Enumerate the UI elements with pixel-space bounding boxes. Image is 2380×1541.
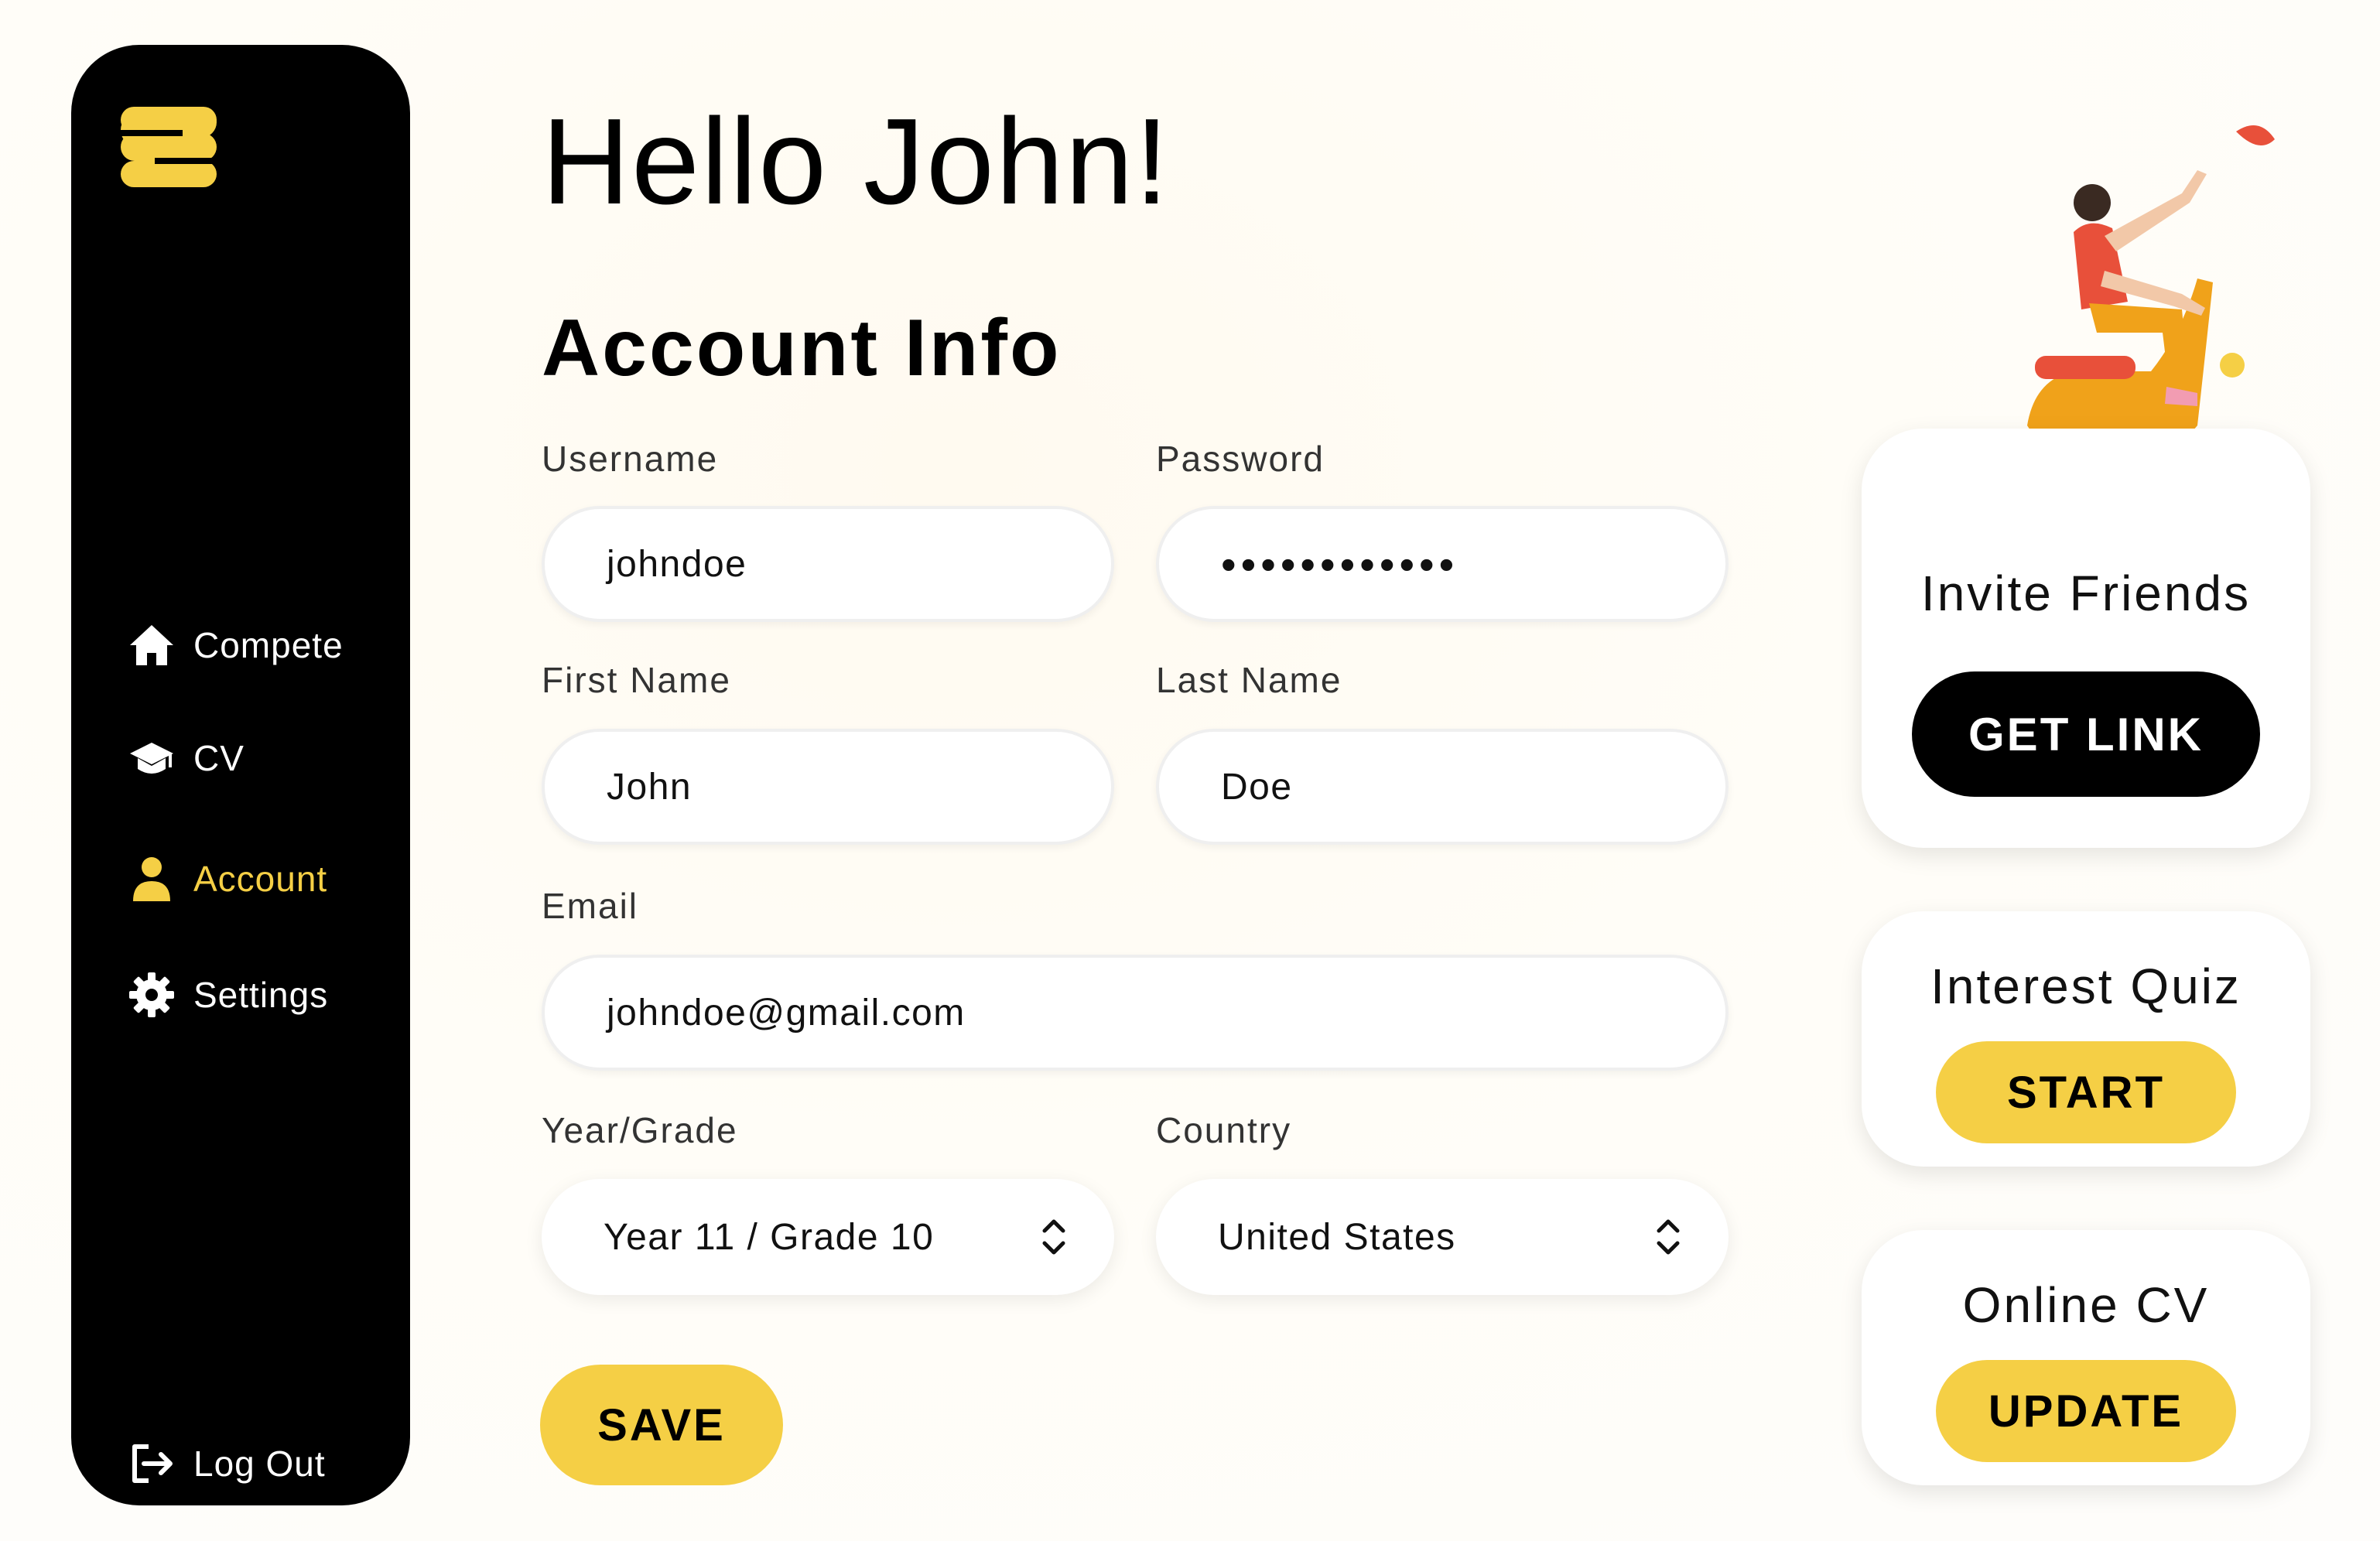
graduation-cap-icon <box>127 733 176 783</box>
password-label: Password <box>1156 439 1325 479</box>
username-value: johndoe <box>607 543 747 585</box>
interest-quiz-title: Interest Quiz <box>1930 958 2242 1014</box>
year-grade-select[interactable]: Year 11 / Grade 10 <box>542 1179 1114 1295</box>
home-icon <box>127 620 176 670</box>
year-grade-value: Year 11 / Grade 10 <box>604 1216 935 1258</box>
logout-button[interactable]: Log Out <box>127 1439 326 1488</box>
update-cv-button[interactable]: UPDATE <box>1936 1360 2236 1462</box>
sidebar-item-account[interactable]: Account <box>127 854 327 904</box>
select-arrows-icon <box>1042 1219 1065 1255</box>
online-cv-card: Online CV UPDATE <box>1862 1230 2310 1485</box>
logout-icon <box>127 1439 176 1488</box>
first-name-label: First Name <box>542 660 731 700</box>
country-select[interactable]: United States <box>1156 1179 1729 1295</box>
save-button[interactable]: SAVE <box>540 1365 783 1485</box>
user-icon <box>127 854 176 904</box>
first-name-field[interactable]: John <box>542 729 1114 845</box>
last-name-field[interactable]: Doe <box>1156 729 1729 845</box>
email-label: Email <box>542 886 639 926</box>
sidebar-item-cv[interactable]: CV <box>127 733 244 783</box>
logout-label: Log Out <box>193 1444 326 1484</box>
sidebar-item-settings[interactable]: Settings <box>127 970 328 1020</box>
gear-icon <box>127 970 176 1020</box>
get-link-button[interactable]: GET LINK <box>1912 671 2260 797</box>
last-name-value: Doe <box>1221 766 1293 808</box>
sidebar-item-label: Settings <box>193 975 329 1015</box>
online-cv-title: Online CV <box>1962 1277 2210 1333</box>
country-label: Country <box>1156 1110 1292 1150</box>
country-value: United States <box>1218 1216 1456 1258</box>
year-grade-label: Year/Grade <box>542 1110 738 1150</box>
section-title: Account Info <box>542 303 1062 393</box>
password-value: •••••••••••• <box>1221 539 1459 589</box>
sidebar-item-compete[interactable]: Compete <box>127 620 344 670</box>
invite-friends-card: Invite Friends GET LINK <box>1862 429 2310 848</box>
username-field[interactable]: johndoe <box>542 506 1114 622</box>
invite-friends-title: Invite Friends <box>1920 565 2252 621</box>
sidebar-item-label: CV <box>193 738 244 778</box>
start-quiz-button[interactable]: START <box>1936 1041 2236 1143</box>
page-greeting: Hello John! <box>542 94 1171 230</box>
password-field[interactable]: •••••••••••• <box>1156 506 1729 622</box>
username-label: Username <box>542 439 719 479</box>
sidebar: Compete CV Account Settings Log Out <box>71 45 410 1505</box>
last-name-label: Last Name <box>1156 660 1342 700</box>
email-value: johndoe@gmail.com <box>607 992 966 1034</box>
interest-quiz-card: Interest Quiz START <box>1862 911 2310 1167</box>
sidebar-item-label: Compete <box>193 625 344 665</box>
sidebar-item-label: Account <box>193 859 328 899</box>
app-logo[interactable] <box>121 107 217 187</box>
select-arrows-icon <box>1657 1219 1680 1255</box>
first-name-value: John <box>607 766 692 808</box>
email-field[interactable]: johndoe@gmail.com <box>542 955 1729 1071</box>
